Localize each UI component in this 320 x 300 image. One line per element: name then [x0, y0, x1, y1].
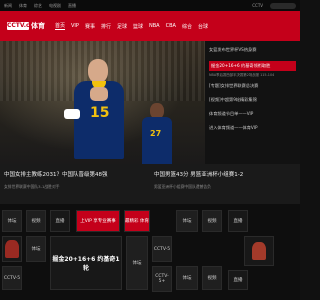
- player-second: 27: [140, 103, 174, 164]
- topbar-link[interactable]: 体育: [19, 3, 27, 9]
- grid-cell[interactable]: 体坛: [2, 210, 22, 232]
- player-hands: [90, 87, 108, 101]
- content-grid: 体坛 视频 直播 上VIP 享专业赛事 最精彩 体育 体坛 视频 直播 CCTV…: [0, 204, 300, 300]
- featured-video-title: 掘金20+16+6 约基奇1轮: [52, 256, 120, 272]
- cctv-logo[interactable]: CCTV.com 体育: [3, 18, 49, 34]
- vip-promo-banner[interactable]: 上VIP 享专业赛事: [76, 210, 120, 232]
- headline-item[interactable]: [专题]女排世界联赛总决赛: [209, 83, 296, 97]
- player-jersey: 27: [142, 117, 172, 164]
- story-subtitle[interactable]: 女排世界联赛中国队3-1战胜对手: [4, 184, 144, 190]
- main-nav: CCTV.com 体育 首页 VIP 赛事 排行 足球 篮球 NBA CBA 综…: [0, 11, 300, 41]
- promo-tile[interactable]: 最精彩 体育: [124, 210, 150, 232]
- grid-cell[interactable]: 体坛: [26, 236, 46, 262]
- logo-text: CCTV.com: [7, 22, 40, 30]
- hero-section: 15 27 女篮发布世界杯VS热身赛 掘金20+16+6 约基奇领衔取胜 NBA…: [0, 41, 300, 164]
- headline-item[interactable]: 体育频道节目单——VIP: [209, 111, 296, 125]
- topbar-link[interactable]: 电视剧: [49, 3, 61, 9]
- player-avatar: [252, 242, 266, 260]
- nav-item-events[interactable]: 赛事: [85, 23, 95, 30]
- headline-subtext[interactable]: NBA季后赛西部半决赛第2场战报 115-104: [209, 73, 296, 83]
- headline-item[interactable]: 女篮发布世界杯VS热身赛: [209, 47, 296, 61]
- topbar-link[interactable]: 新闻: [4, 3, 12, 9]
- grid-cell[interactable]: 直播: [50, 210, 70, 232]
- thumbnail[interactable]: [2, 236, 22, 262]
- story-title[interactable]: 中国男篮43分 男篮亚洲杯小组赛1-2: [154, 170, 296, 178]
- nav-item-billiards[interactable]: 台球: [198, 23, 208, 30]
- headline-item-featured[interactable]: 掘金20+16+6 约基奇领衔取胜: [209, 61, 296, 71]
- grid-cell[interactable]: 直播: [228, 270, 248, 290]
- topbar-link[interactable]: 直播: [68, 3, 76, 9]
- search-input[interactable]: [270, 2, 296, 9]
- nav-item-vip[interactable]: VIP: [71, 23, 79, 29]
- headline-list: 女篮发布世界杯VS热身赛 掘金20+16+6 约基奇领衔取胜 NBA季后赛西部半…: [205, 41, 300, 164]
- topbar-link[interactable]: CCTV: [252, 3, 263, 8]
- grid-cell[interactable]: 体坛: [176, 266, 198, 290]
- featured-video-tile[interactable]: 掘金20+16+6 约基奇1轮: [50, 236, 122, 290]
- nav-item-general[interactable]: 综合: [182, 23, 192, 30]
- nav-item-nba[interactable]: NBA: [149, 23, 160, 29]
- grid-cell[interactable]: 体坛: [176, 210, 198, 232]
- grid-cell[interactable]: 体坛: [126, 236, 148, 290]
- nav-item-rank[interactable]: 排行: [101, 23, 111, 30]
- jersey-number: 27: [150, 129, 162, 138]
- grid-cell[interactable]: 直播: [228, 210, 248, 232]
- story-subtitle[interactable]: 男篮亚洲杯小组赛中国队遗憾告负: [154, 184, 296, 190]
- nav-item-home[interactable]: 首页: [55, 22, 66, 30]
- hero-photo[interactable]: 15 27: [0, 41, 205, 164]
- story-row: 中国女排主教练2031？中国队晋级第48强 女排世界联赛中国队3-1战胜对手 中…: [0, 164, 300, 204]
- player-main: 15: [64, 59, 130, 164]
- channel-tile[interactable]: CCTV-5+: [152, 266, 172, 292]
- nav-item-cba[interactable]: CBA: [166, 23, 176, 29]
- nav-item-basketball[interactable]: 篮球: [133, 23, 143, 30]
- channel-tile[interactable]: CCTV-5: [2, 266, 22, 290]
- headline-item[interactable]: 进入体育频道——体育VIP: [209, 125, 296, 139]
- grid-cell[interactable]: 视频: [26, 210, 46, 232]
- player-avatar: [5, 240, 19, 258]
- player-head: [88, 59, 108, 83]
- wristband: [64, 109, 80, 119]
- headline-item[interactable]: [视频]中超第9轮精彩集锦: [209, 97, 296, 111]
- grid-cell[interactable]: 视频: [202, 266, 222, 290]
- story-title[interactable]: 中国女排主教练2031？中国队晋级第48强: [4, 170, 144, 178]
- top-bar: 新闻 体育 综艺 电视剧 直播 CCTV: [0, 0, 300, 11]
- topbar-link[interactable]: 综艺: [34, 3, 42, 9]
- grid-cell[interactable]: 视频: [202, 210, 222, 232]
- thumbnail[interactable]: [244, 236, 274, 266]
- nav-item-football[interactable]: 足球: [117, 23, 127, 30]
- logo-sport-label: 体育: [31, 22, 45, 30]
- jersey-number: 15: [90, 105, 110, 121]
- channel-tile[interactable]: CCTV-5: [152, 236, 172, 262]
